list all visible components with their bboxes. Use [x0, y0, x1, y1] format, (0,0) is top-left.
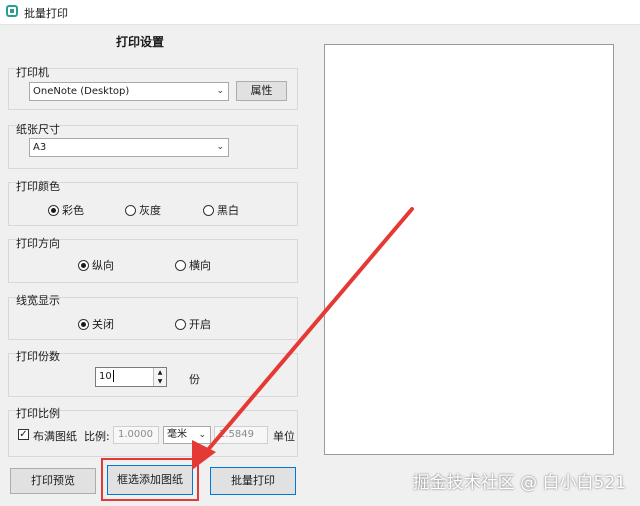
annotation-arrow	[192, 207, 414, 470]
watermark-text: 掘金技术社区 @ 白小白521	[412, 473, 626, 493]
